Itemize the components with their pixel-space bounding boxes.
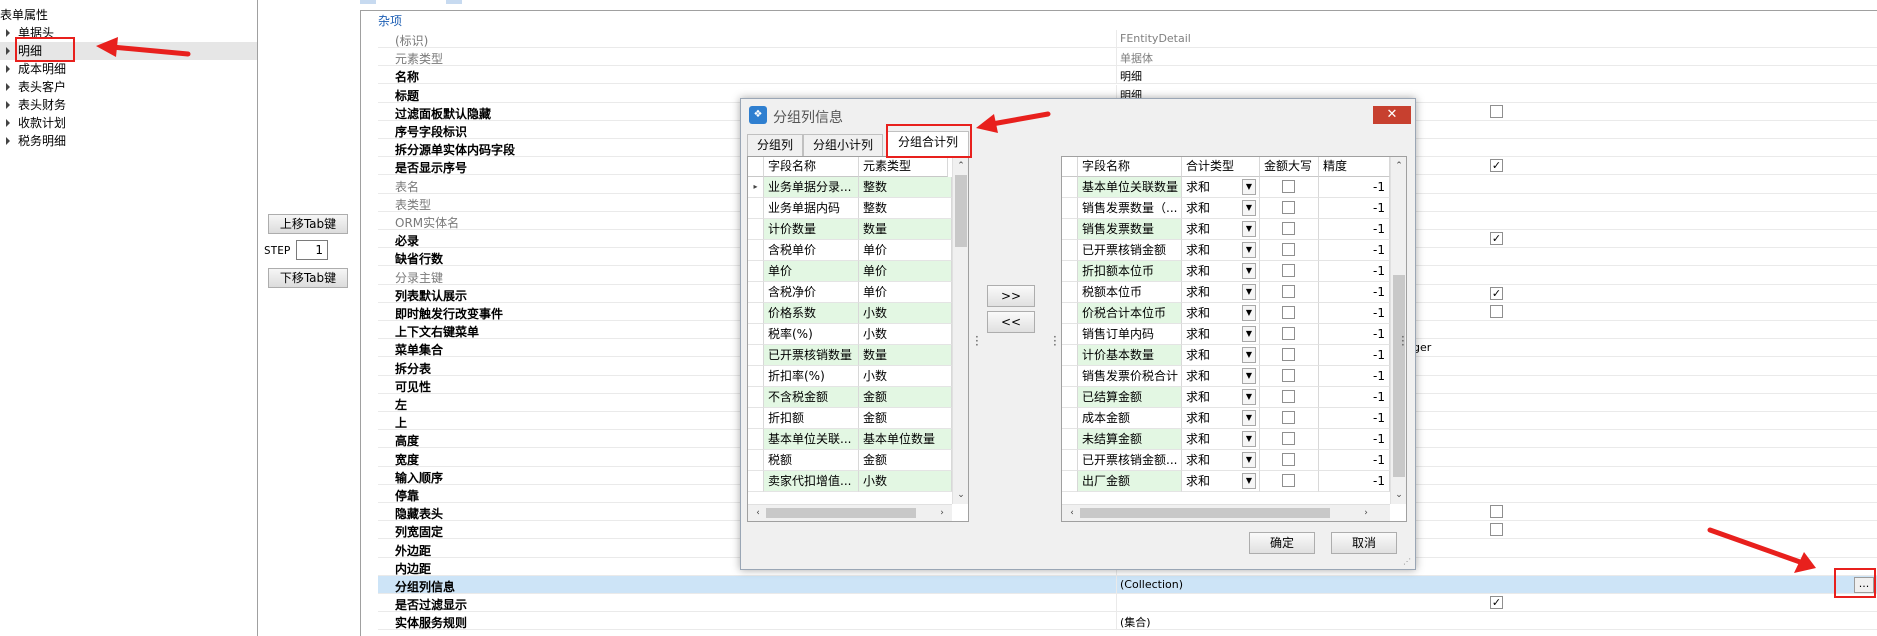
- arrow-to-detail-icon: [109, 44, 191, 57]
- annotation-arrows: [96, 37, 1816, 573]
- arrow-to-tab-icon: [989, 111, 1051, 127]
- arrow-to-ellipsis-icon: [1707, 527, 1803, 565]
